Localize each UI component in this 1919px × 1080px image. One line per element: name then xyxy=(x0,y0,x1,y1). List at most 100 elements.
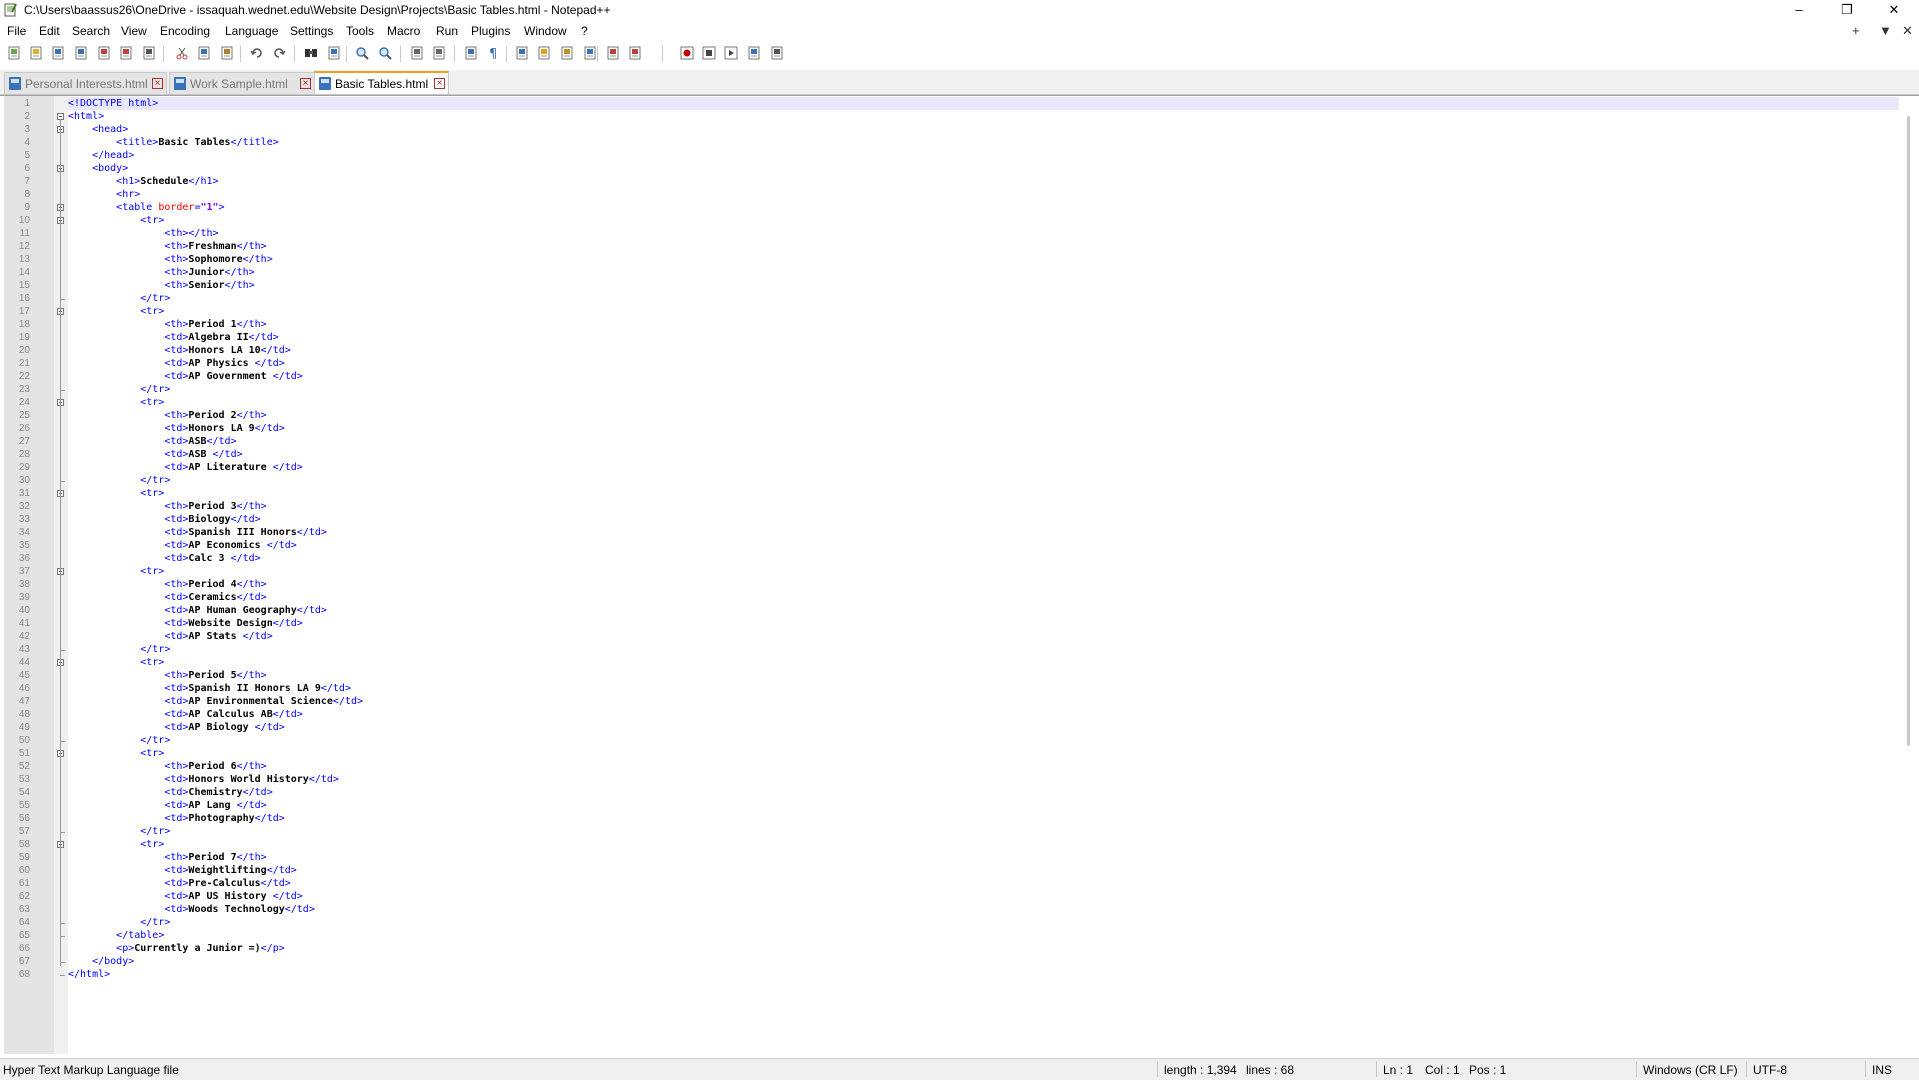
code-line[interactable]: <td>AP Literature </td> xyxy=(68,461,303,474)
code-line[interactable]: </tr> xyxy=(68,292,170,305)
code-line[interactable]: </tr> xyxy=(68,643,170,656)
code-line[interactable]: <td>Weightlifting</td> xyxy=(68,864,296,877)
menu-window[interactable]: Window xyxy=(524,24,567,38)
code-line[interactable]: <td>AP Lang </td> xyxy=(68,799,266,812)
code-line[interactable]: <tr> xyxy=(68,487,164,500)
tab-list-button[interactable]: ▼ xyxy=(1879,23,1892,38)
code-line[interactable]: <title>Basic Tables</title> xyxy=(68,136,279,149)
code-line[interactable]: <h1>Schedule</h1> xyxy=(68,175,218,188)
code-area[interactable]: <!DOCTYPE html> <html> <head> <title>Basi… xyxy=(68,96,1899,1054)
menu-file[interactable]: File xyxy=(7,24,26,38)
code-line[interactable]: <th>Sophomore</th> xyxy=(68,253,272,266)
code-line[interactable]: <td>AP Biology </td> xyxy=(68,721,284,734)
stop-record-icon[interactable] xyxy=(702,46,716,60)
code-line[interactable]: <td>AP Physics </td> xyxy=(68,357,284,370)
sync-vertical-icon[interactable] xyxy=(410,46,424,60)
code-line[interactable]: <th>Period 4</th> xyxy=(68,578,266,591)
code-line[interactable]: <td>AP Government </td> xyxy=(68,370,303,383)
code-line[interactable]: <td>AP Stats </td> xyxy=(68,630,272,643)
document-map-icon[interactable] xyxy=(560,46,574,60)
copy-icon[interactable] xyxy=(197,46,211,60)
replace-icon[interactable] xyxy=(327,46,341,60)
new-file-icon[interactable] xyxy=(7,46,21,60)
zoom-out-icon[interactable] xyxy=(378,46,392,60)
code-line[interactable]: <th>Freshman</th> xyxy=(68,240,266,253)
code-line[interactable]: <th>Junior</th> xyxy=(68,266,254,279)
vertical-scrollbar[interactable] xyxy=(1899,96,1919,1054)
code-line[interactable]: </tr> xyxy=(68,916,170,929)
save-macro-icon[interactable] xyxy=(770,46,784,60)
indent-guide-icon[interactable] xyxy=(515,46,529,60)
user-language-icon[interactable] xyxy=(537,46,551,60)
code-line[interactable]: <td>Honors LA 10</td> xyxy=(68,344,290,357)
fold-toggle-icon[interactable] xyxy=(57,113,64,120)
code-line[interactable]: <tr> xyxy=(68,656,164,669)
menu-plugins[interactable]: Plugins xyxy=(471,24,510,38)
code-line[interactable]: <td>Spanish II Honors LA 9</td> xyxy=(68,682,351,695)
folder-workspace-icon[interactable] xyxy=(606,46,620,60)
fold-margin[interactable] xyxy=(54,96,68,1054)
code-line[interactable]: <td>Honors World History</td> xyxy=(68,773,339,786)
code-line[interactable]: <td>AP US History </td> xyxy=(68,890,303,903)
code-line[interactable]: <td>ASB </td> xyxy=(68,448,242,461)
code-line[interactable]: <td>Pre-Calculus</td> xyxy=(68,877,290,890)
code-line[interactable]: <tr> xyxy=(68,747,164,760)
code-line[interactable]: <td>Ceramics</td> xyxy=(68,591,266,604)
code-line[interactable]: <td>Calc 3 </td> xyxy=(68,552,260,565)
menu-help[interactable]: ? xyxy=(581,24,588,38)
code-line[interactable]: </html> xyxy=(68,968,110,981)
maximize-button[interactable]: ❐ xyxy=(1824,0,1870,20)
tab-close-icon[interactable]: × xyxy=(152,78,163,89)
code-line[interactable]: <body> xyxy=(68,162,128,175)
menu-settings[interactable]: Settings xyxy=(290,24,333,38)
menu-encoding[interactable]: Encoding xyxy=(160,24,210,38)
menu-edit[interactable]: Edit xyxy=(39,24,60,38)
code-line[interactable]: <td>AP Economics </td> xyxy=(68,539,296,552)
open-file-icon[interactable] xyxy=(29,46,43,60)
close-tab-button[interactable]: ✕ xyxy=(1902,23,1913,39)
code-line[interactable]: <tr> xyxy=(68,838,164,851)
save-icon[interactable] xyxy=(51,46,65,60)
code-line[interactable]: <th></th> xyxy=(68,227,218,240)
tab-close-icon[interactable]: × xyxy=(300,78,311,89)
code-line[interactable]: <th>Period 2</th> xyxy=(68,409,266,422)
find-icon[interactable] xyxy=(304,46,318,60)
code-line[interactable]: <td>Website Design</td> xyxy=(68,617,303,630)
add-tab-button[interactable]: + xyxy=(1852,23,1860,38)
code-line[interactable]: <table border="1"> xyxy=(68,201,224,214)
menu-search[interactable]: Search xyxy=(72,24,110,38)
code-line[interactable]: <tr> xyxy=(68,305,164,318)
tab-basic-tables-html[interactable]: Basic Tables.html × xyxy=(314,71,449,94)
code-line[interactable]: <!DOCTYPE html> xyxy=(68,97,158,110)
menu-tools[interactable]: Tools xyxy=(346,24,374,38)
cut-icon[interactable] xyxy=(175,46,189,60)
tab-close-icon[interactable]: × xyxy=(434,78,445,89)
code-line[interactable]: <td>AP Environmental Science</td> xyxy=(68,695,363,708)
code-line[interactable]: <td>AP Calculus AB</td> xyxy=(68,708,303,721)
monitoring-icon[interactable] xyxy=(628,46,642,60)
code-line[interactable]: <th>Senior</th> xyxy=(68,279,254,292)
code-line[interactable]: <tr> xyxy=(68,214,164,227)
paste-icon[interactable] xyxy=(220,46,234,60)
code-line[interactable]: <td>ASB</td> xyxy=(68,435,236,448)
code-line[interactable]: </tr> xyxy=(68,825,170,838)
code-line[interactable]: <th>Period 1</th> xyxy=(68,318,266,331)
redo-icon[interactable] xyxy=(272,46,286,60)
tab-work-sample-html[interactable]: Work Sample.html × xyxy=(169,72,315,94)
menu-view[interactable]: View xyxy=(121,24,147,38)
minimize-button[interactable]: – xyxy=(1776,0,1822,20)
code-line[interactable]: <th>Period 7</th> xyxy=(68,851,266,864)
show-all-chars-icon[interactable]: ¶ xyxy=(486,46,500,62)
save-all-icon[interactable] xyxy=(74,46,88,60)
code-line[interactable]: <head> xyxy=(68,123,128,136)
code-line[interactable]: <td>Spanish III Honors</td> xyxy=(68,526,327,539)
code-line[interactable]: <p>Currently a Junior =)</p> xyxy=(68,942,285,955)
code-line[interactable]: <td>Woods Technology</td> xyxy=(68,903,315,916)
editor[interactable]: 1 2 3 4 5 6 7 8 9 10 11 12 13 14 15 16 17 18 19 20 21 22 23 24 2… xyxy=(0,95,1919,1054)
code-line[interactable]: <td>Algebra II</td> xyxy=(68,331,278,344)
code-line[interactable]: </tr> xyxy=(68,474,170,487)
menu-run[interactable]: Run xyxy=(436,24,458,38)
code-line[interactable]: <td>Honors LA 9</td> xyxy=(68,422,284,435)
code-line[interactable]: <tr> xyxy=(68,565,164,578)
zoom-in-icon[interactable] xyxy=(355,46,369,60)
